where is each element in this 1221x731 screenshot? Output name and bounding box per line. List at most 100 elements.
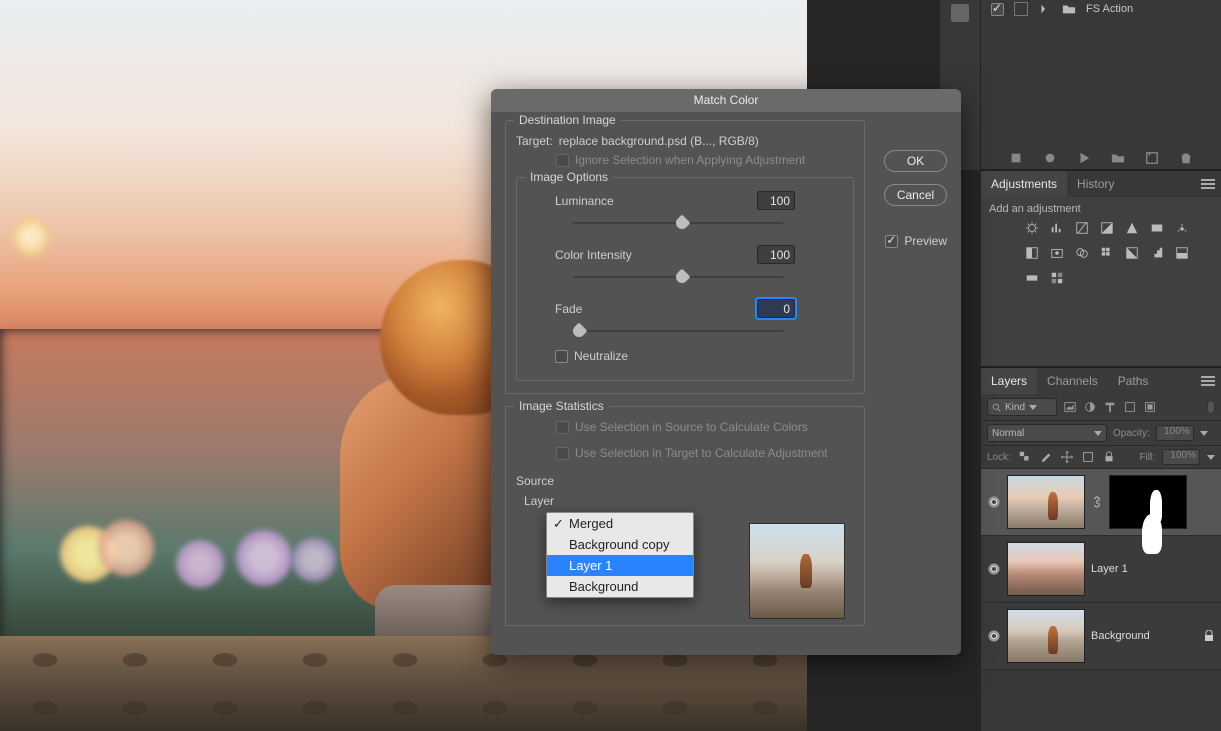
- color-intensity-slider[interactable]: [573, 269, 783, 285]
- layer-thumbnail[interactable]: [1007, 542, 1085, 596]
- image-options-legend: Image Options: [525, 170, 613, 184]
- layer-thumbnail[interactable]: [1007, 609, 1085, 663]
- cancel-button[interactable]: Cancel: [884, 184, 947, 206]
- folder-expand-icon[interactable]: [1038, 2, 1052, 16]
- channel-mixer-icon[interactable]: [1075, 246, 1089, 260]
- tab-history[interactable]: History: [1067, 171, 1124, 197]
- use-target-label: Use Selection in Target to Calculate Adj…: [575, 446, 828, 460]
- lock-position-icon[interactable]: [1060, 450, 1074, 464]
- ignore-selection-checkbox: [556, 154, 569, 167]
- target-value: replace background.psd (B..., RGB/8): [559, 134, 759, 148]
- layer-filter-kind[interactable]: Kind: [987, 398, 1057, 416]
- blend-mode-value: Normal: [992, 428, 1024, 439]
- selective-color-icon[interactable]: [1050, 271, 1064, 285]
- neutralize-checkbox[interactable]: [555, 350, 568, 363]
- layer-label: Layer: [524, 494, 554, 508]
- action-set-name[interactable]: FS Action: [1086, 3, 1133, 15]
- kind-label: Kind: [1005, 402, 1025, 413]
- layer-name[interactable]: Layer 1: [1091, 563, 1128, 575]
- image-statistics-legend: Image Statistics: [514, 399, 609, 413]
- opacity-input[interactable]: 100%: [1156, 425, 1194, 441]
- luminance-label: Luminance: [555, 194, 614, 208]
- preview-label: Preview: [904, 234, 947, 248]
- dropdown-option-background[interactable]: Background: [547, 576, 693, 597]
- color-intensity-input[interactable]: [757, 245, 795, 264]
- filter-shape-icon[interactable]: [1123, 400, 1137, 414]
- action-enabled-checkbox[interactable]: [991, 3, 1004, 16]
- record-icon[interactable]: [1043, 151, 1057, 165]
- fill-input[interactable]: 100%: [1162, 449, 1200, 465]
- source-label: Source: [516, 474, 554, 488]
- neutralize-label: Neutralize: [574, 349, 628, 363]
- stop-icon[interactable]: [1009, 151, 1023, 165]
- preview-checkbox[interactable]: [885, 235, 898, 248]
- layer-row-background[interactable]: Background: [981, 603, 1221, 670]
- panel-menu-icon[interactable]: [1201, 376, 1215, 386]
- threshold-icon[interactable]: [1175, 246, 1189, 260]
- opacity-label: Opacity:: [1113, 428, 1150, 439]
- hue-sat-icon[interactable]: [1150, 221, 1164, 235]
- use-source-checkbox: [556, 421, 569, 434]
- brightness-contrast-icon[interactable]: [1025, 221, 1039, 235]
- visibility-toggle[interactable]: [987, 562, 1001, 576]
- photo-filter-icon[interactable]: [1050, 246, 1064, 260]
- vibrance-icon[interactable]: [1125, 221, 1139, 235]
- play-icon[interactable]: [1077, 151, 1091, 165]
- lock-transparency-icon[interactable]: [1018, 450, 1032, 464]
- source-preview-thumbnail: [749, 523, 845, 619]
- lock-pixels-icon[interactable]: [1039, 450, 1053, 464]
- lock-label: Lock:: [987, 452, 1011, 463]
- layer-row-background-copy[interactable]: [981, 469, 1221, 536]
- invert-icon[interactable]: [1125, 246, 1139, 260]
- ignore-selection-label: Ignore Selection when Applying Adjustmen…: [575, 153, 805, 167]
- exposure-icon[interactable]: [1100, 221, 1114, 235]
- dialog-toggle-icon[interactable]: [1014, 2, 1028, 16]
- fade-label: Fade: [555, 302, 582, 316]
- lock-icon: [1203, 630, 1215, 642]
- layer-name[interactable]: Background: [1091, 630, 1150, 642]
- gradient-map-icon[interactable]: [1025, 271, 1039, 285]
- panel-menu-icon[interactable]: [1201, 179, 1215, 189]
- new-action-icon[interactable]: [1145, 151, 1159, 165]
- luminance-input[interactable]: [757, 191, 795, 210]
- fade-slider[interactable]: [573, 323, 783, 339]
- dropdown-option-background-copy[interactable]: Background copy: [547, 534, 693, 555]
- filter-smart-icon[interactable]: [1143, 400, 1157, 414]
- filter-pixel-icon[interactable]: [1063, 400, 1077, 414]
- new-set-icon[interactable]: [1111, 151, 1125, 165]
- bw-icon[interactable]: [1025, 246, 1039, 260]
- lock-all-icon[interactable]: [1102, 450, 1116, 464]
- layer-thumbnail[interactable]: [1007, 475, 1085, 529]
- filter-type-icon[interactable]: [1103, 400, 1117, 414]
- color-balance-icon[interactable]: [1175, 221, 1189, 235]
- tab-paths[interactable]: Paths: [1108, 368, 1159, 394]
- use-target-checkbox: [556, 447, 569, 460]
- filter-adjustment-icon[interactable]: [1083, 400, 1097, 414]
- filter-toggle[interactable]: [1207, 400, 1215, 414]
- luminance-slider[interactable]: [573, 215, 783, 231]
- tab-channels[interactable]: Channels: [1037, 368, 1108, 394]
- ok-button[interactable]: OK: [884, 150, 947, 172]
- trash-icon[interactable]: [1179, 151, 1193, 165]
- dropdown-option-merged[interactable]: Merged: [547, 513, 693, 534]
- layer-dropdown[interactable]: Merged Background copy Layer 1 Backgroun…: [546, 512, 694, 598]
- fade-input[interactable]: [757, 299, 795, 318]
- posterize-icon[interactable]: [1150, 246, 1164, 260]
- blend-mode-select[interactable]: Normal: [987, 424, 1107, 442]
- color-lookup-icon[interactable]: [1100, 246, 1114, 260]
- dropdown-option-layer1[interactable]: Layer 1: [547, 555, 693, 576]
- tab-adjustments[interactable]: Adjustments: [981, 171, 1067, 197]
- lock-artboard-icon[interactable]: [1081, 450, 1095, 464]
- curves-icon[interactable]: [1075, 221, 1089, 235]
- visibility-toggle[interactable]: [987, 629, 1001, 643]
- color-intensity-label: Color Intensity: [555, 248, 632, 262]
- visibility-toggle[interactable]: [987, 495, 1001, 509]
- tab-layers[interactable]: Layers: [981, 368, 1037, 394]
- link-icon[interactable]: [1091, 494, 1103, 510]
- layer-row-layer1[interactable]: Layer 1: [981, 536, 1221, 603]
- use-source-label: Use Selection in Source to Calculate Col…: [575, 420, 808, 434]
- levels-icon[interactable]: [1050, 221, 1064, 235]
- layer-mask-thumbnail[interactable]: [1109, 475, 1187, 529]
- panel-icon[interactable]: [951, 4, 969, 22]
- folder-icon: [1062, 2, 1076, 16]
